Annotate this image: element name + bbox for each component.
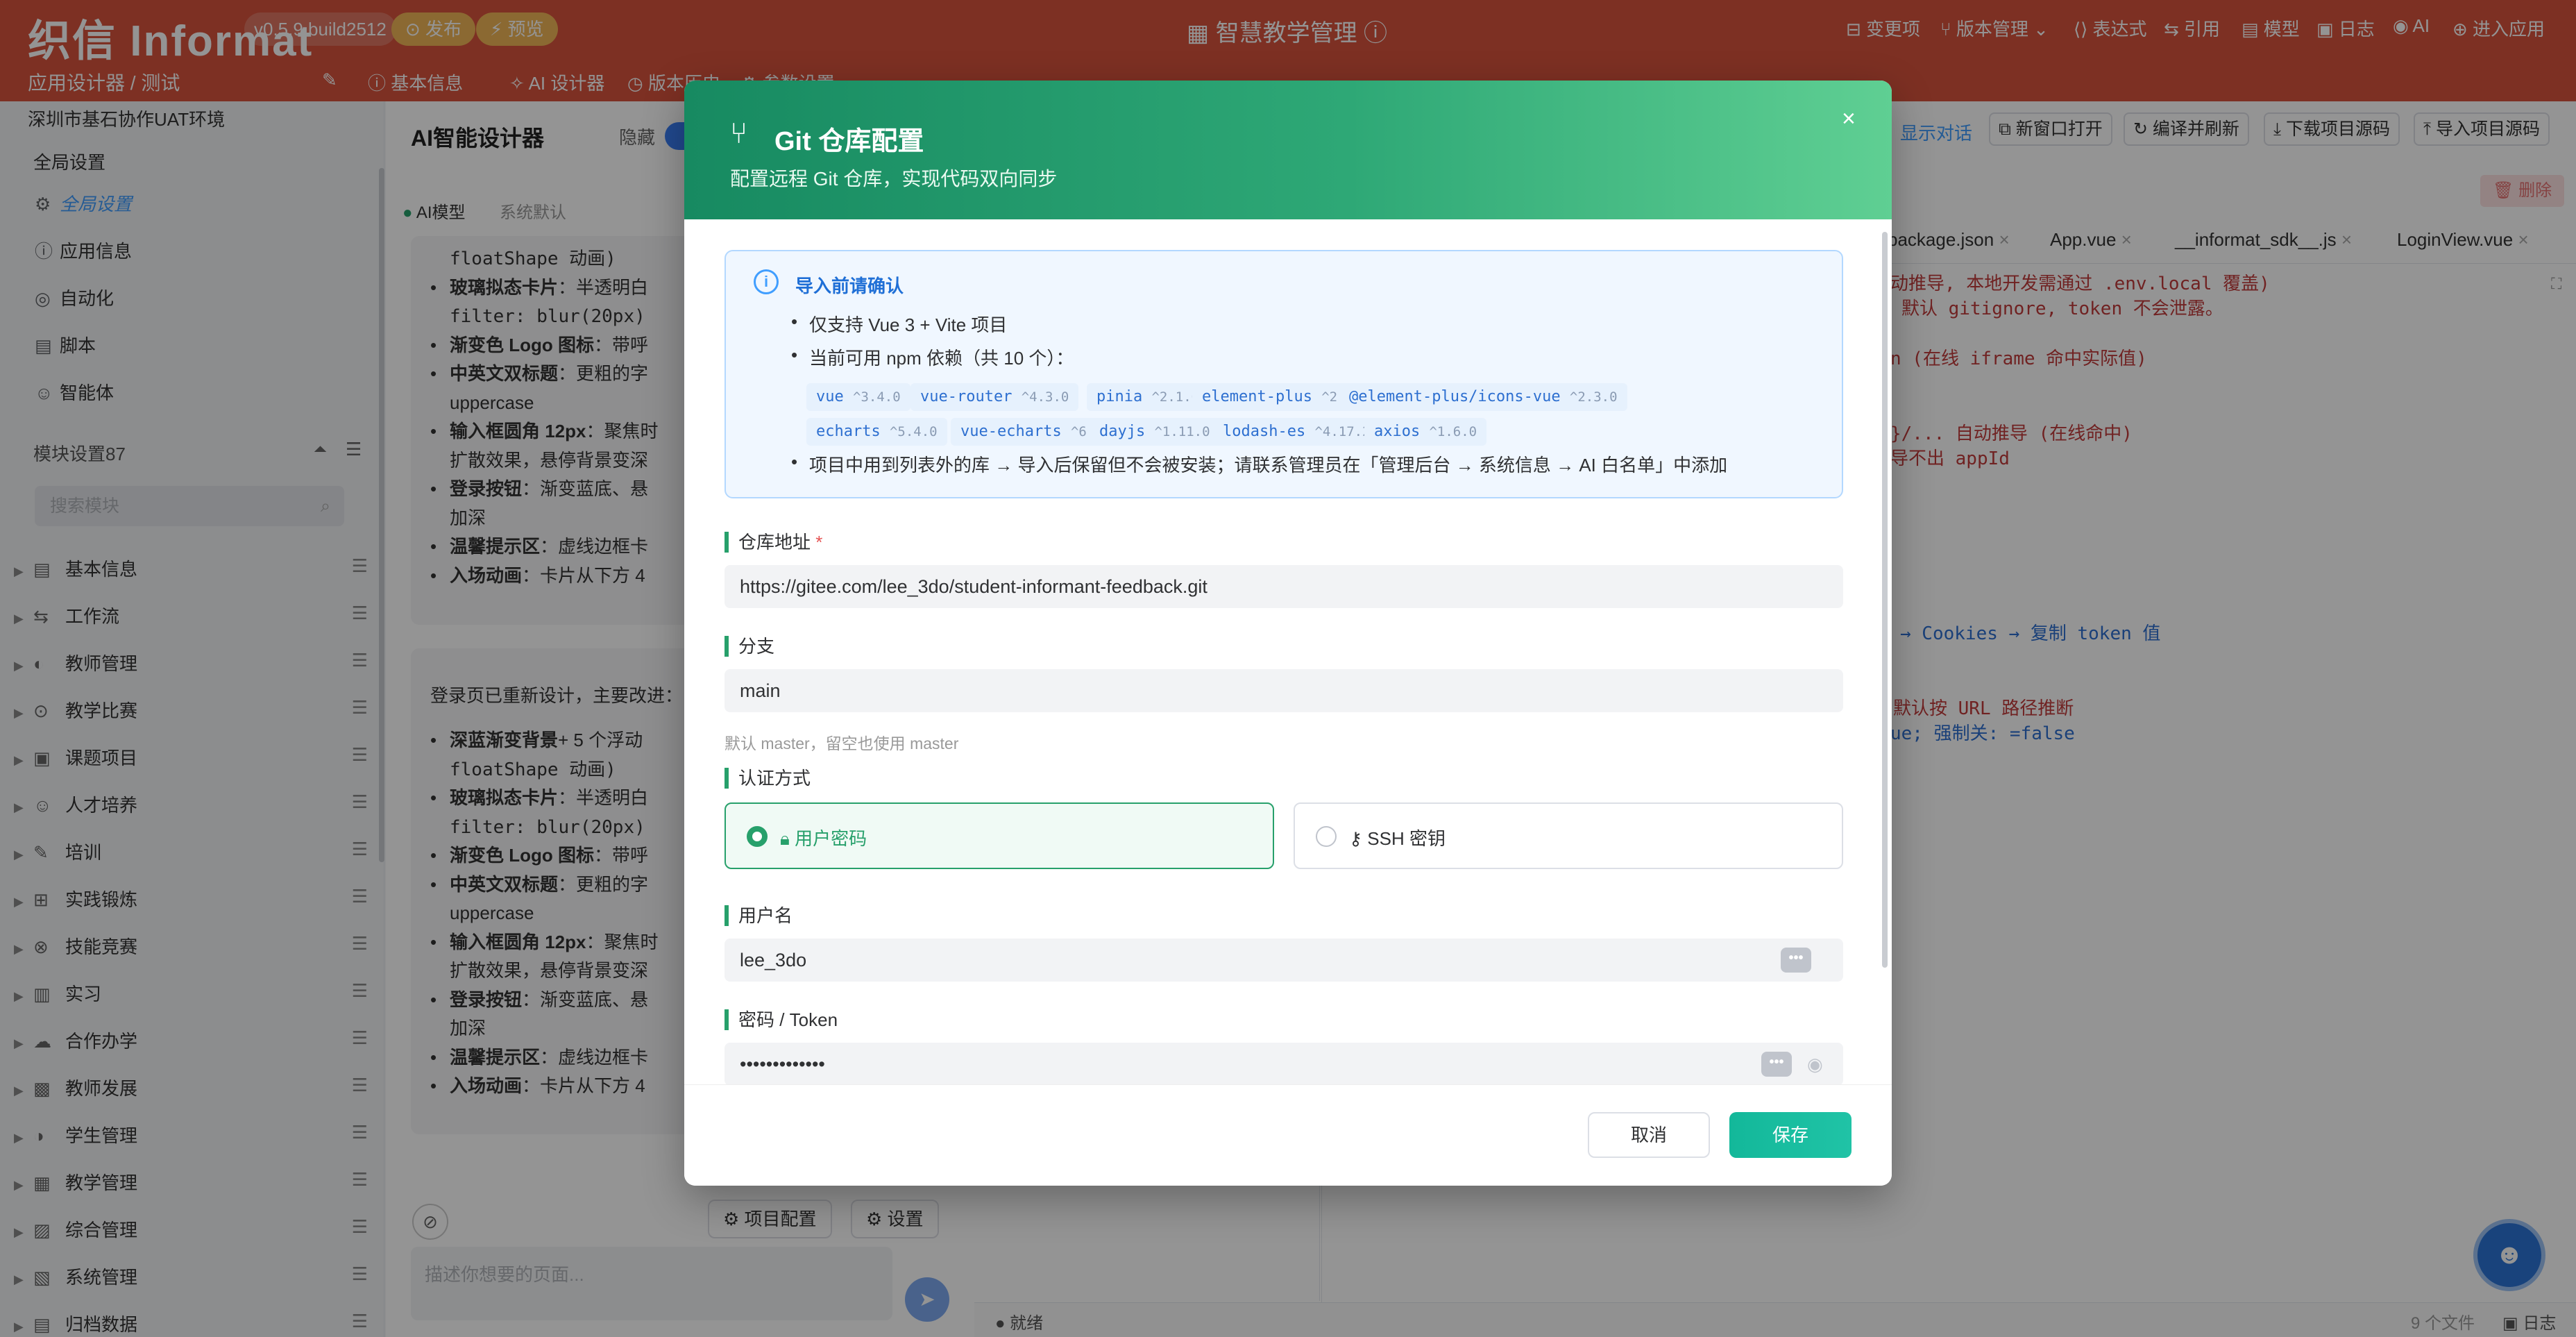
branch-label: 分支 — [724, 636, 774, 657]
auth-option-ssh[interactable]: ⚷ SSH 密钥 — [1294, 802, 1843, 869]
dependency-tag: echarts ^5.4.0 — [806, 418, 947, 446]
lock-icon: 🔒︎ — [780, 828, 795, 849]
password-input[interactable]: ••••••••••••• ••• ◉ — [724, 1043, 1843, 1086]
radio-checked[interactable] — [747, 826, 768, 847]
dependency-tag: axios ^1.6.0 — [1364, 418, 1487, 446]
dependency-tag: vue ^3.4.0 — [806, 383, 910, 411]
key-icon: ⚷ — [1349, 828, 1368, 849]
modal-title: Git 仓库配置 — [774, 127, 924, 156]
notice-item: 仅支持 Vue 3 + Vite 项目 — [791, 311, 1007, 337]
git-config-modal: ⑂ Git 仓库配置 配置远程 Git 仓库，实现代码双向同步 × i 导入前请… — [684, 81, 1892, 1186]
notice-title: 导入前请确认 — [795, 276, 904, 296]
radio-unchecked[interactable] — [1316, 826, 1337, 847]
username-label: 用户名 — [724, 905, 793, 926]
save-button[interactable]: 保存 — [1729, 1112, 1852, 1158]
notice-item: 当前可用 npm 依赖（共 10 个）： — [791, 344, 1074, 370]
branch-hint: 默认 master，留空也使用 master — [724, 734, 959, 752]
username-input[interactable]: lee_3do ••• — [724, 939, 1843, 982]
close-icon[interactable]: × — [1842, 106, 1856, 133]
dependency-tag: dayjs ^1.11.0 — [1090, 418, 1220, 446]
dependency-tag: @element-plus/icons-vue ^2.3.0 — [1339, 383, 1627, 411]
modal-scrollbar[interactable] — [1882, 232, 1888, 968]
cancel-button[interactable]: 取消 — [1588, 1112, 1710, 1158]
auth-option-password[interactable]: 🔒︎ 用户密码 — [724, 802, 1274, 869]
info-icon: i — [754, 269, 779, 294]
git-branch-icon: ⑂ — [730, 117, 748, 149]
eye-icon[interactable]: ◉ — [1807, 1043, 1823, 1086]
repo-label: 仓库地址 * — [724, 532, 822, 553]
password-label: 密码 / Token — [724, 1009, 838, 1030]
dependency-tag: pinia ^2.1.0 — [1087, 383, 1210, 411]
auth-label: 认证方式 — [724, 768, 811, 789]
modal-subtitle: 配置远程 Git 仓库，实现代码双向同步 — [730, 168, 1058, 190]
dependency-tag: lodash-es ^4.17.21 — [1213, 418, 1388, 446]
more-icon[interactable]: ••• — [1761, 1052, 1792, 1077]
repo-url-input[interactable]: https://gitee.com/lee_3do/student-inform… — [724, 565, 1843, 608]
dependency-tag: vue-router ^4.3.0 — [910, 383, 1079, 411]
branch-input[interactable]: main — [724, 669, 1843, 712]
notice-item: 项目中用到列表外的库 → 导入后保留但不会被安装；请联系管理员在「管理后台 → … — [791, 451, 1727, 477]
modal-footer — [684, 1084, 1892, 1186]
more-icon[interactable]: ••• — [1781, 948, 1811, 973]
